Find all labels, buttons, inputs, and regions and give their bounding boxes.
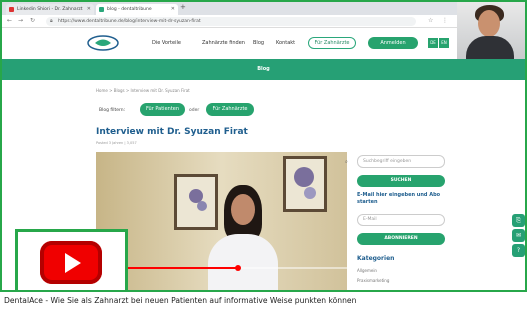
tab-2[interactable]: blog - dentaltribune ✕ — [96, 4, 178, 15]
youtube-play-icon[interactable] — [40, 241, 102, 284]
url-text: https://www.dentaltribune.de/blog/interv… — [58, 19, 201, 24]
categories-heading: Kategorien — [357, 255, 395, 262]
tab-strip: Linkedin Shiori - Dr. Zahnarzt ✕ blog - … — [2, 2, 457, 15]
filter-dentists-button[interactable]: Für Zahnärzte — [206, 103, 254, 116]
search-input[interactable]: Suchbegriff eingeben — [357, 155, 445, 168]
filter-label: Blog filtern: — [99, 108, 126, 113]
nav-item-vorteile[interactable]: Die Vorteile — [152, 40, 181, 46]
side-share-icon[interactable]: ⎘ — [512, 214, 525, 227]
banner-title: Blog — [257, 66, 270, 72]
search-icon: ⌕ — [345, 159, 348, 165]
login-button[interactable]: Anmelden — [368, 37, 418, 49]
subscribe-heading: E-Mail hier eingeben und Abo starten — [357, 192, 441, 205]
forward-button[interactable]: → — [18, 17, 23, 24]
new-tab-button[interactable]: + — [180, 3, 186, 11]
subscribe-button[interactable]: ABONNIEREN — [357, 233, 445, 245]
search-placeholder: Suchbegriff eingeben — [363, 159, 412, 164]
wall-painting — [174, 174, 218, 230]
webcam-overlay — [457, 2, 525, 59]
category-item[interactable]: Praxismarketing — [357, 278, 389, 283]
lang-en-button[interactable]: EN — [439, 38, 449, 48]
close-tab-icon[interactable]: ✕ — [87, 4, 91, 15]
video-caption: DentalAce - Wie Sie als Zahnarzt bei neu… — [4, 296, 357, 305]
side-chat-icon[interactable]: ✉ — [512, 229, 525, 242]
search-button[interactable]: SUCHEN — [357, 175, 445, 187]
progress-scrubber[interactable] — [234, 265, 241, 271]
site-header: Die Vorteile Zahnärzte finden Blog Konta… — [2, 28, 457, 59]
post-date: Posted 3 Jahren | 3,057 — [96, 141, 137, 145]
nav-item-blog[interactable]: Blog — [253, 40, 264, 46]
lock-icon: 🔒︎ — [50, 18, 53, 24]
lang-de-button[interactable]: DE — [428, 38, 438, 48]
menu-icon[interactable]: ⋮ — [442, 17, 448, 24]
close-tab-icon[interactable]: ✕ — [171, 4, 175, 15]
email-field[interactable]: E-Mail — [357, 214, 445, 226]
post-title: Interview mit Dr. Syuzan Firat — [96, 127, 248, 137]
filter-patients-button[interactable]: Für Patienten — [140, 103, 185, 116]
for-dentists-button[interactable]: Für Zahnärzte — [308, 37, 356, 49]
autoplay-toggle-icon[interactable]: ● — [430, 274, 438, 284]
filter-or-text: oder — [189, 108, 200, 113]
settings-gear-icon[interactable]: ⚙ — [450, 274, 458, 284]
theater-mode-icon[interactable]: ▭ — [486, 274, 495, 284]
site-logo[interactable] — [86, 34, 120, 52]
star-icon[interactable]: ☆ — [428, 17, 433, 24]
blog-banner: Blog — [2, 59, 525, 80]
url-field[interactable]: 🔒︎ https://www.dentaltribune.de/blog/int… — [46, 17, 416, 26]
video-progress-bar[interactable] — [96, 265, 525, 271]
back-button[interactable]: ← — [7, 17, 12, 24]
fullscreen-icon[interactable]: ⛶ — [505, 274, 511, 284]
tab-2-label: blog - dentaltribune — [107, 7, 152, 12]
reload-button[interactable]: ↻ — [30, 17, 35, 24]
wall-painting — [283, 156, 327, 212]
youtube-logo-box — [15, 229, 128, 290]
tab-favicon-icon — [9, 7, 14, 12]
side-help-icon[interactable]: ? — [512, 244, 525, 257]
miniplayer-icon[interactable]: ▣ — [468, 274, 477, 284]
email-placeholder: E-Mail — [363, 217, 377, 222]
address-bar-row: ← → ↻ 🔒︎ https://www.dentaltribune.de/bl… — [2, 15, 457, 28]
breadcrumb: Home > Blogs > Interview mit Dr. Syuzan … — [96, 88, 190, 93]
nav-item-zahnaerzte[interactable]: Zahnärzte finden — [202, 40, 245, 46]
video-frame: Linkedin Shiori - Dr. Zahnarzt ✕ blog - … — [0, 0, 527, 292]
category-item[interactable]: Allgemein — [357, 268, 377, 273]
interview-video[interactable] — [96, 152, 347, 290]
nav-item-kontakt[interactable]: Kontakt — [276, 40, 295, 46]
tab-1-label: Linkedin Shiori - Dr. Zahnarzt — [17, 7, 83, 12]
tab-favicon-icon — [99, 7, 104, 12]
tab-1[interactable]: Linkedin Shiori - Dr. Zahnarzt ✕ — [6, 4, 94, 15]
